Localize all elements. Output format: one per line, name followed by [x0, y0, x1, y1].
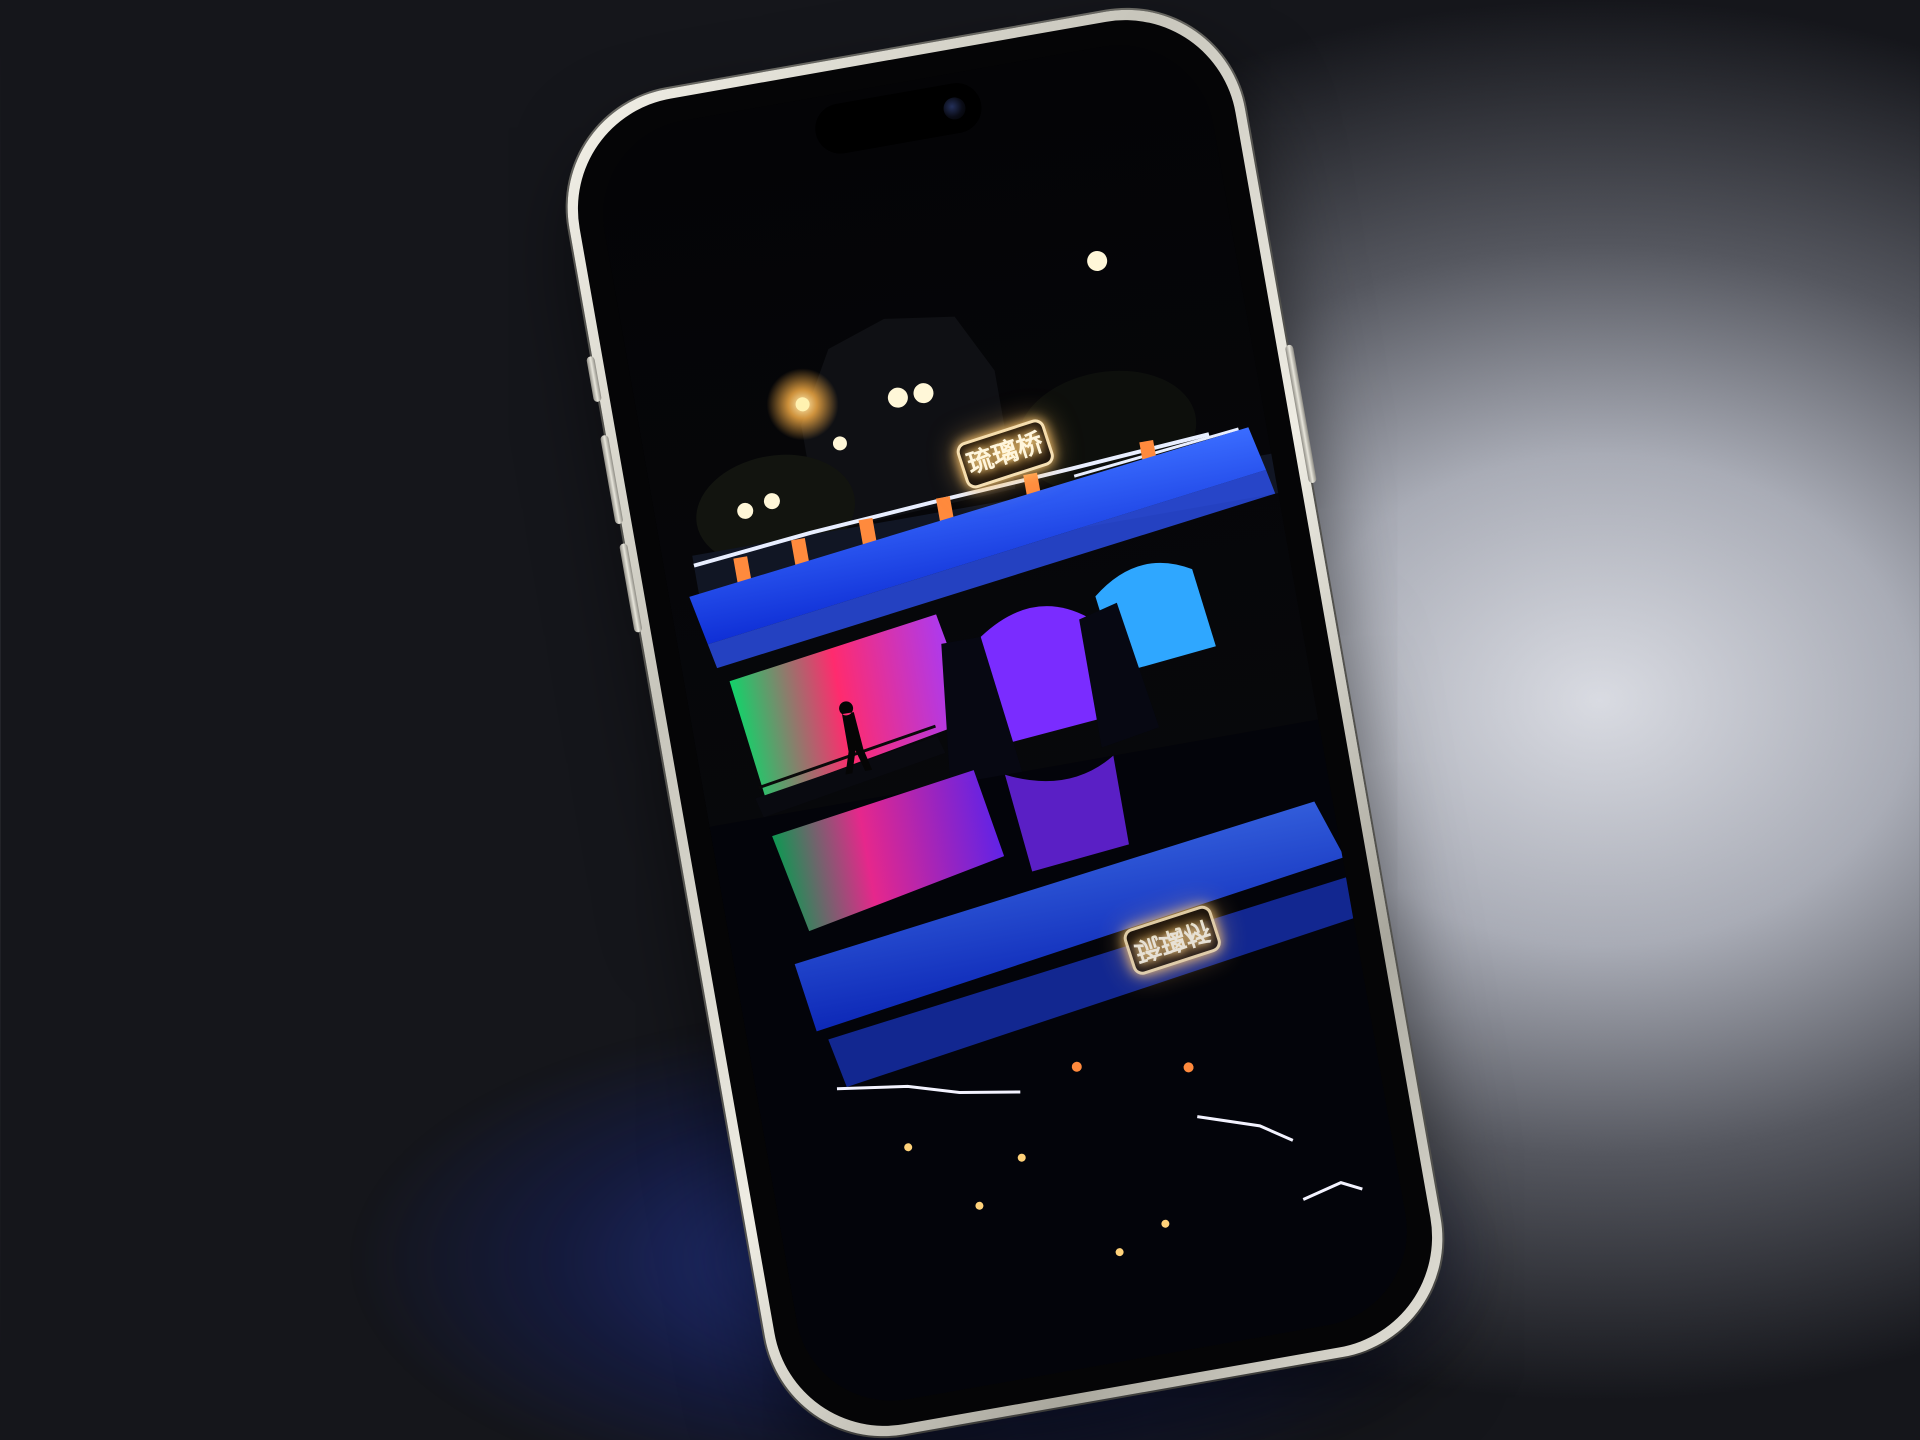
scene: 琉璃桥 琉璃桥 — [0, 0, 1920, 1440]
front-camera-icon — [941, 95, 968, 122]
action-button — [586, 355, 602, 403]
